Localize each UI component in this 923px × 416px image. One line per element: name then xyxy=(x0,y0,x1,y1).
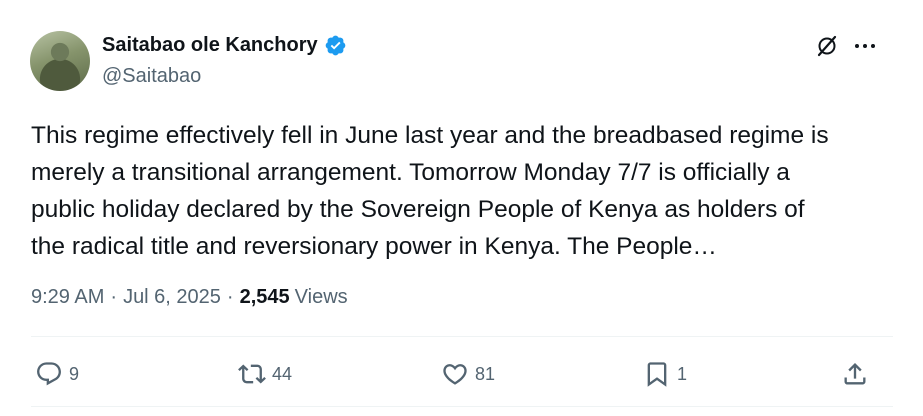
repost-button[interactable]: 44 xyxy=(238,356,292,392)
reply-icon xyxy=(37,362,61,386)
tweet-text: This regime effectively fell in June las… xyxy=(31,122,829,260)
author-handle[interactable]: @Saitabao xyxy=(102,64,201,88)
bookmark-icon xyxy=(647,362,667,387)
tweet-card: Saitabao ole Kanchory @Saitabao This reg… xyxy=(0,0,923,416)
reply-button[interactable]: 9 xyxy=(35,356,79,392)
like-count: 81 xyxy=(475,363,496,384)
meta-separator: · xyxy=(226,286,234,308)
like-button[interactable]: 81 xyxy=(441,356,495,392)
tweet-date[interactable]: Jul 6, 2025 xyxy=(123,284,221,310)
tweet-time[interactable]: 9:29 AM xyxy=(31,284,104,310)
verified-badge-icon xyxy=(325,35,345,55)
heart-icon xyxy=(443,364,467,385)
grok-icon[interactable] xyxy=(815,34,839,58)
views-count: 2,545 xyxy=(239,286,290,308)
meta-separator: · xyxy=(110,286,118,308)
views-label: Views xyxy=(294,286,348,308)
bookmark-count: 1 xyxy=(677,363,688,384)
author-name-row[interactable]: Saitabao ole Kanchory xyxy=(102,33,347,57)
repost-count: 44 xyxy=(272,363,293,384)
avatar[interactable] xyxy=(30,31,90,91)
bookmark-button[interactable]: 1 xyxy=(643,356,687,392)
more-dots-icon[interactable] xyxy=(852,33,878,59)
tweet-metadata: 9:29 AM · Jul 6, 2025 · 2,545 Views xyxy=(31,284,348,310)
reply-count: 9 xyxy=(69,363,80,384)
divider xyxy=(31,336,893,337)
share-button[interactable] xyxy=(841,356,869,392)
divider xyxy=(31,406,893,407)
share-icon xyxy=(844,363,866,385)
repost-icon xyxy=(238,364,266,384)
author-name[interactable]: Saitabao ole Kanchory xyxy=(102,33,318,57)
action-bar: 9 44 81 1 xyxy=(31,356,893,392)
